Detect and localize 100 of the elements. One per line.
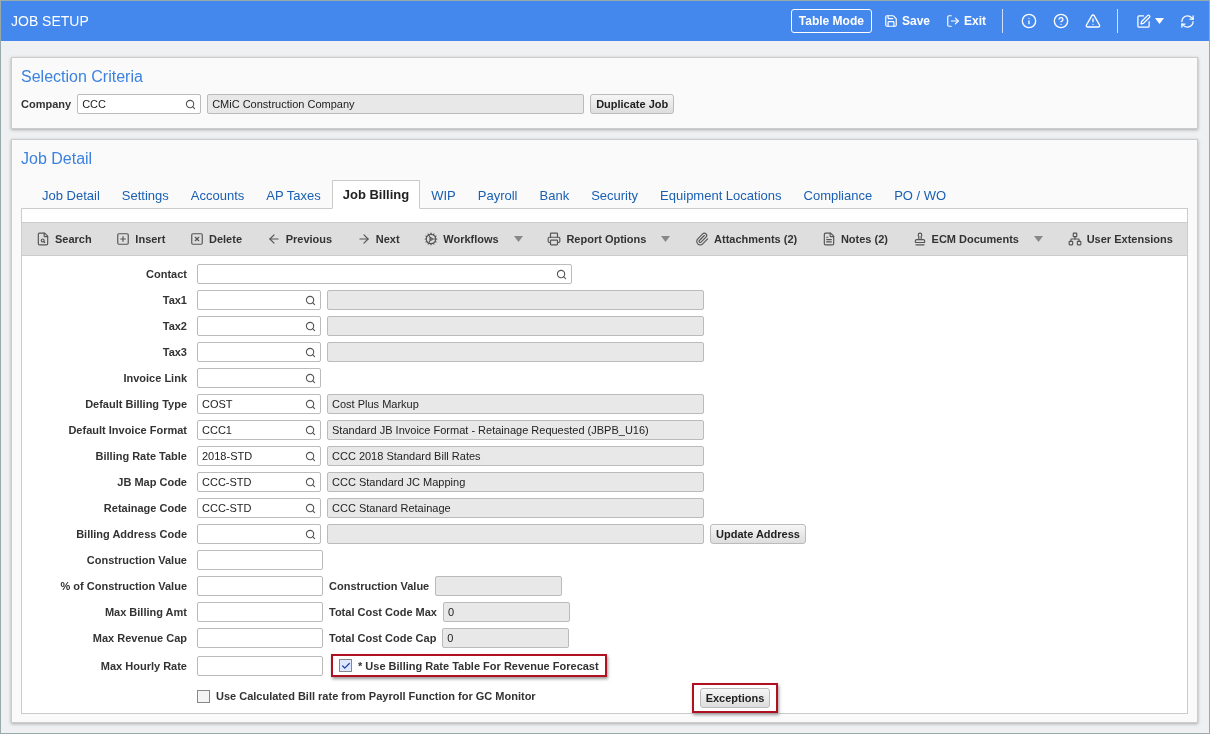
field-label: Tax3 — [161, 346, 187, 358]
search-icon — [556, 268, 567, 280]
search-icon — [305, 346, 316, 358]
save-button[interactable]: Save — [879, 12, 934, 30]
printer-icon — [547, 232, 562, 246]
search-icon — [305, 294, 316, 306]
field-label: Company — [21, 98, 72, 110]
exit-button[interactable]: Exit — [942, 12, 990, 30]
tab[interactable]: WIP — [420, 180, 467, 209]
search-icon — [305, 502, 316, 514]
field-label: Max Hourly Rate — [99, 659, 187, 672]
search-icon — [305, 476, 316, 488]
description-field[interactable] — [327, 342, 704, 362]
panel-title: Selection Criteria — [21, 68, 144, 86]
description-field[interactable]: CCC Stanard Retainage — [327, 498, 704, 518]
input-field[interactable] — [197, 602, 323, 622]
tab[interactable]: AP Taxes — [255, 180, 332, 209]
search-icon — [185, 98, 197, 110]
duplicate-job-button[interactable]: Duplicate Job — [590, 94, 675, 114]
tab[interactable]: Job Billing — [331, 180, 421, 209]
input-field[interactable] — [197, 576, 323, 596]
readonly-field[interactable]: 0 — [442, 628, 570, 648]
toolbar-button[interactable]: Notes (2) — [815, 232, 894, 246]
panel-title: Job Detail — [21, 150, 94, 168]
description-field[interactable]: CCC 2018 Standard Bill Rates — [327, 446, 704, 466]
description-field[interactable]: Standard JB Invoice Format - Retainage Requested (JBPB_U16) — [327, 420, 704, 440]
field-label: Billing Rate Table — [94, 450, 187, 462]
tab[interactable]: Settings — [110, 180, 180, 209]
input-field[interactable]: CCC-STD — [197, 498, 321, 518]
left-arrow-icon — [266, 232, 281, 246]
description-field[interactable]: CMiC Construction Company — [207, 94, 585, 114]
input-field[interactable]: 2018-STD — [197, 446, 321, 466]
input-field[interactable]: CCC-STD — [197, 472, 321, 492]
toolbar-button[interactable]: Insert — [110, 232, 172, 246]
toolbar-button[interactable]: Delete — [184, 232, 248, 246]
caret-icon — [1155, 18, 1164, 24]
field-label: % of Construction Value — [59, 580, 187, 592]
tab[interactable]: PO / WO — [883, 180, 958, 209]
field-label: Billing Address Code — [75, 528, 187, 540]
tab[interactable]: Payroll — [466, 180, 529, 209]
field-label: Max Revenue Cap — [91, 632, 187, 644]
input-field[interactable] — [197, 524, 321, 544]
description-field[interactable]: Cost Plus Markup — [327, 394, 704, 414]
input-field[interactable] — [197, 655, 323, 676]
field-label: Default Billing Type — [84, 398, 187, 410]
exit-icon — [946, 14, 960, 28]
update-address-button[interactable]: Update Address — [710, 524, 806, 544]
network-icon — [1067, 232, 1082, 246]
input-field[interactable]: CCC1 — [197, 420, 321, 440]
tab[interactable]: Compliance — [792, 180, 884, 209]
description-field[interactable] — [327, 524, 704, 544]
toolbar-button[interactable]: Workflows — [418, 232, 529, 246]
toolbar-button[interactable]: Attachments (2) — [689, 232, 804, 246]
readonly-field[interactable] — [435, 576, 563, 596]
window-title: JOB SETUP — [11, 13, 90, 29]
field-label: Tax2 — [161, 320, 187, 332]
tab[interactable]: Equipment Locations — [649, 180, 793, 209]
input-field[interactable]: CCC — [77, 94, 202, 114]
description-field[interactable] — [327, 290, 704, 310]
input-field[interactable] — [197, 550, 323, 570]
search-icon — [305, 424, 316, 436]
search-icon — [305, 528, 316, 540]
pencil-icon — [1136, 13, 1151, 29]
toolbar-button[interactable]: User Extensions — [1061, 232, 1179, 246]
input-field[interactable] — [197, 290, 321, 310]
field-label: Max Billing Amt — [103, 606, 187, 618]
tab[interactable]: Security — [580, 180, 650, 209]
readonly-field[interactable]: 0 — [443, 602, 570, 622]
field-label: Retainage Code — [102, 502, 187, 514]
checkbox[interactable] — [339, 659, 352, 672]
search-icon — [305, 398, 316, 410]
tab[interactable]: Accounts — [179, 180, 256, 209]
input-field[interactable] — [197, 628, 323, 648]
input-field[interactable] — [197, 368, 321, 388]
input-field[interactable] — [197, 264, 572, 284]
tab[interactable]: Job Detail — [31, 180, 111, 209]
toolbar-button[interactable]: Previous — [260, 232, 339, 246]
field-label: Total Cost Code Cap — [329, 632, 437, 644]
description-field[interactable] — [327, 316, 704, 336]
document-icon — [821, 232, 836, 246]
description-field[interactable]: CCC Standard JC Mapping — [327, 472, 704, 492]
toolbar-button[interactable]: Next — [350, 232, 406, 246]
field-label: Tax1 — [161, 294, 187, 306]
square-x-icon — [190, 232, 204, 246]
checkbox[interactable] — [197, 689, 210, 703]
input-field[interactable]: COST — [197, 394, 321, 414]
exceptions-button[interactable]: Exceptions — [699, 688, 771, 708]
toolbar-button[interactable]: ECM Documents — [906, 232, 1049, 246]
square-plus-icon — [116, 232, 131, 246]
input-field[interactable] — [197, 316, 321, 336]
field-label: Default Invoice Format — [67, 424, 187, 436]
input-field[interactable] — [197, 342, 321, 362]
tab[interactable]: Bank — [528, 180, 581, 209]
table-mode-button[interactable]: Table Mode — [790, 9, 872, 33]
toolbar-button[interactable]: Search — [30, 232, 98, 246]
field-label: Contact — [145, 268, 187, 280]
checkbox-label: * Use Billing Rate Table For Revenue Forecast — [358, 659, 599, 672]
cog-icon — [424, 232, 439, 246]
toolbar-button[interactable]: Report Options — [541, 232, 677, 246]
field-label: Total Cost Code Max — [329, 606, 437, 618]
